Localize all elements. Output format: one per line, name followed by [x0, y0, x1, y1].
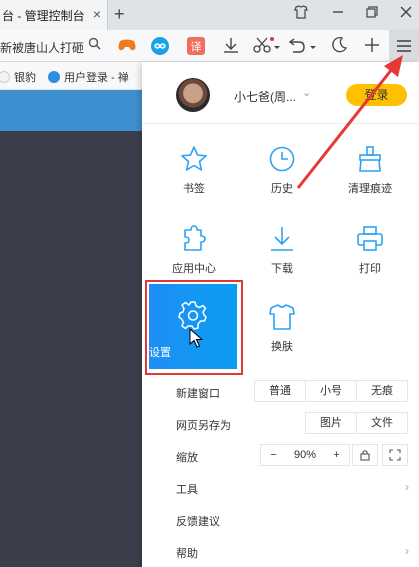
- folder-icon: [0, 71, 10, 83]
- main-menu-button[interactable]: [389, 30, 419, 62]
- bookmark-item[interactable]: 银豹: [0, 69, 36, 85]
- browser-tab[interactable]: 台 - 管理控制台 ×: [0, 0, 108, 30]
- address-input[interactable]: 新被唐山人打砸: [0, 39, 84, 56]
- clear-traces-label: 清理痕迹: [348, 183, 392, 195]
- feedback-row[interactable]: 反馈建议: [142, 504, 419, 536]
- zoom-row: 缩放 − 90% +: [142, 440, 419, 472]
- download-icon: [271, 227, 293, 251]
- tools-label: 工具: [176, 484, 198, 496]
- svg-text:译: 译: [191, 41, 202, 54]
- help-label: 帮助: [176, 548, 198, 560]
- tab-bar: 台 - 管理控制台 × +: [0, 0, 419, 30]
- help-row[interactable]: 帮助 ›: [142, 536, 419, 567]
- chevron-right-icon: ›: [405, 480, 409, 494]
- save-as-file-button[interactable]: 文件: [356, 412, 408, 434]
- print-menu-item[interactable]: 打印: [334, 224, 406, 294]
- star-icon: [181, 146, 207, 171]
- ie-logo-icon: [48, 71, 60, 83]
- feedback-label: 反馈建议: [176, 516, 220, 528]
- app-center-label: 应用中心: [172, 263, 216, 275]
- print-label: 打印: [359, 263, 381, 275]
- tab-title: 台 - 管理控制台: [2, 8, 85, 23]
- new-window-incognito-button[interactable]: 无痕: [356, 380, 408, 402]
- clock-icon: [269, 146, 295, 172]
- printer-icon: [357, 226, 383, 251]
- avatar[interactable]: [176, 78, 210, 112]
- tab-close-icon[interactable]: ×: [93, 7, 101, 21]
- new-tab-button[interactable]: +: [114, 4, 125, 25]
- mouse-cursor-icon: [189, 328, 203, 348]
- hamburger-icon: [397, 40, 411, 52]
- settings-menu-item[interactable]: 设置: [149, 284, 237, 369]
- new-window-normal-button[interactable]: 普通: [254, 380, 306, 402]
- browser-menu-panel: 小七爸(周... ⌄ 登录 书签 历史 清理痕迹 应用中心 下载 打印 设置 换…: [142, 62, 419, 567]
- zoom-in-button[interactable]: +: [324, 444, 350, 466]
- download-toolbar-icon[interactable]: [222, 36, 240, 59]
- address-bar: 新被唐山人打砸 译: [0, 30, 419, 62]
- save-as-row: 网页另存为 图片 文件: [142, 408, 419, 440]
- new-window-row: 新建窗口 普通 小号 无痕: [142, 376, 419, 408]
- bookmark-item[interactable]: 用户登录 - 禅: [48, 69, 129, 85]
- gear-icon: [178, 301, 207, 330]
- new-window-small-button[interactable]: 小号: [305, 380, 357, 402]
- zoom-value: 90%: [285, 444, 325, 466]
- clear-traces-menu-item[interactable]: 清理痕迹: [334, 144, 406, 214]
- infinity-icon[interactable]: [150, 36, 170, 61]
- chevron-down-icon[interactable]: ⌄: [302, 86, 311, 99]
- minimize-icon[interactable]: [332, 5, 344, 22]
- lock-icon[interactable]: [352, 444, 378, 466]
- save-as-label: 网页另存为: [176, 420, 231, 432]
- username[interactable]: 小七爸(周...: [234, 88, 296, 105]
- bookmarks-menu-item[interactable]: 书签: [158, 144, 230, 214]
- new-window-label: 新建窗口: [176, 388, 220, 400]
- history-label: 历史: [271, 183, 293, 195]
- translate-icon[interactable]: 译: [186, 36, 206, 61]
- close-window-icon[interactable]: [400, 5, 412, 22]
- download-label: 下载: [271, 263, 293, 275]
- login-button[interactable]: 登录: [346, 84, 407, 106]
- game-controller-icon[interactable]: [116, 36, 138, 59]
- scissors-icon[interactable]: [252, 36, 280, 59]
- search-icon[interactable]: [88, 37, 101, 53]
- broom-icon: [359, 146, 381, 172]
- zoom-label: 缩放: [176, 452, 198, 464]
- night-mode-icon[interactable]: [330, 36, 348, 59]
- fullscreen-icon[interactable]: [382, 444, 408, 466]
- add-icon[interactable]: [364, 36, 380, 59]
- restore-icon[interactable]: [366, 5, 378, 22]
- chevron-right-icon: ›: [405, 544, 409, 558]
- undo-icon[interactable]: [286, 36, 316, 59]
- page-header-strip: [0, 90, 142, 131]
- shirt-skin-icon[interactable]: [294, 5, 308, 22]
- download-menu-item[interactable]: 下载: [246, 224, 318, 294]
- zoom-out-button[interactable]: −: [260, 444, 286, 466]
- shirt-icon: [269, 304, 295, 330]
- history-menu-item[interactable]: 历史: [246, 144, 318, 214]
- save-as-image-button[interactable]: 图片: [305, 412, 357, 434]
- bookmarks-label: 书签: [183, 183, 205, 195]
- page-sidebar: [0, 131, 142, 567]
- puzzle-icon: [184, 225, 206, 251]
- skin-menu-item[interactable]: 换肤: [246, 302, 318, 372]
- tools-row[interactable]: 工具 ›: [142, 472, 419, 504]
- user-row: 小七爸(周... ⌄ 登录: [142, 62, 419, 124]
- skin-label: 换肤: [271, 341, 293, 353]
